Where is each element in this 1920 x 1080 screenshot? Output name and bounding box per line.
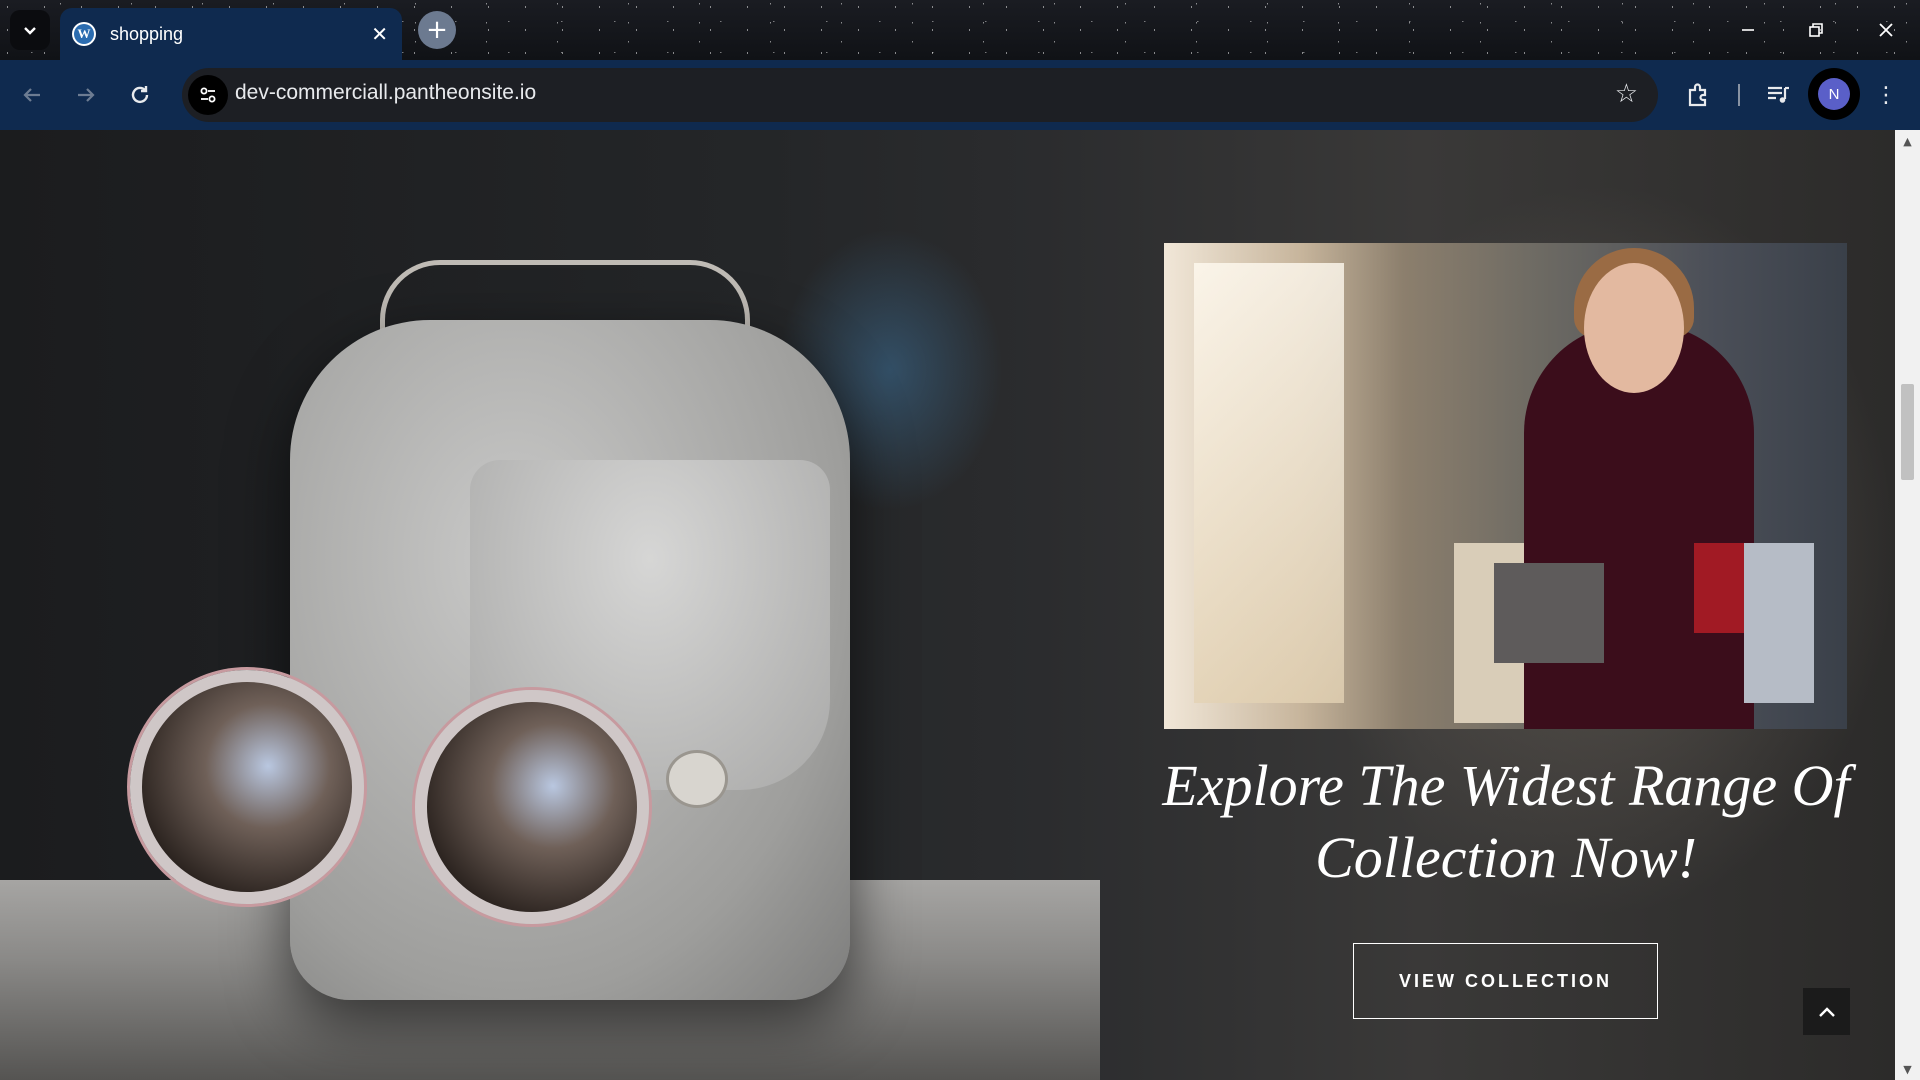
media-controls-icon (1768, 86, 1789, 103)
sunglasses-right-lens (415, 690, 649, 924)
menu-button[interactable]: ⋮ (1868, 77, 1904, 113)
profile-button[interactable]: N (1808, 68, 1860, 120)
avatar: N (1818, 78, 1850, 110)
browser-tab[interactable]: W shopping ✕ (60, 8, 402, 60)
minimize-button[interactable] (1714, 0, 1782, 60)
handbag-clasp (666, 750, 728, 808)
url-text[interactable]: dev-commerciall.pantheonsite.io (235, 81, 536, 105)
chevron-up-icon (1818, 1006, 1835, 1017)
hero-headline: Explore The Widest Range Of Collection N… (1150, 750, 1862, 894)
extensions-icon (1688, 83, 1707, 107)
minimize-icon (1742, 29, 1754, 31)
back-button[interactable] (14, 77, 50, 113)
scroll-up-arrow[interactable]: ▲ (1895, 130, 1920, 152)
restore-button[interactable] (1782, 0, 1850, 60)
reload-button[interactable] (122, 77, 158, 113)
page-viewport: Explore The Widest Range Of Collection N… (0, 130, 1895, 1080)
close-window-button[interactable] (1852, 0, 1920, 60)
shopping-woman-image (1164, 243, 1847, 729)
forward-button[interactable] (68, 77, 104, 113)
reload-icon (131, 86, 149, 104)
site-info-button[interactable] (188, 75, 228, 115)
tune-icon (200, 87, 216, 103)
close-icon (1879, 23, 1893, 37)
hero-headline-line1: Explore The Widest Range Of (1162, 753, 1850, 818)
close-tab-icon[interactable]: ✕ (371, 24, 388, 44)
media-controls-button[interactable] (1760, 77, 1796, 113)
chevron-down-icon (24, 27, 36, 35)
star-icon[interactable]: ☆ (1615, 79, 1638, 109)
scrollbar-thumb[interactable] (1901, 384, 1914, 480)
sunglasses-left-lens (130, 670, 364, 904)
new-tab-button[interactable]: + (418, 11, 456, 49)
view-collection-button[interactable]: VIEW COLLECTION (1353, 943, 1658, 1019)
back-to-top-button[interactable] (1803, 988, 1850, 1035)
browser-toolbar: dev-commerciall.pantheonsite.io ☆ N ⋮ (0, 60, 1920, 130)
wordpress-icon: W (72, 22, 96, 46)
tab-search-button[interactable] (10, 10, 50, 50)
scroll-down-arrow[interactable]: ▼ (1895, 1058, 1920, 1080)
page-scrollbar[interactable]: ▲ ▼ (1895, 130, 1920, 1080)
toolbar-divider (1738, 84, 1740, 106)
restore-icon (1809, 23, 1823, 37)
tab-title: shopping (110, 23, 184, 44)
arrow-left-icon (23, 88, 40, 102)
hero-headline-line2: Collection Now! (1315, 825, 1697, 890)
address-bar[interactable]: dev-commerciall.pantheonsite.io ☆ (182, 68, 1658, 122)
arrow-right-icon (78, 88, 95, 102)
extensions-button[interactable] (1680, 77, 1716, 113)
tab-strip: W shopping ✕ + (0, 0, 1920, 60)
